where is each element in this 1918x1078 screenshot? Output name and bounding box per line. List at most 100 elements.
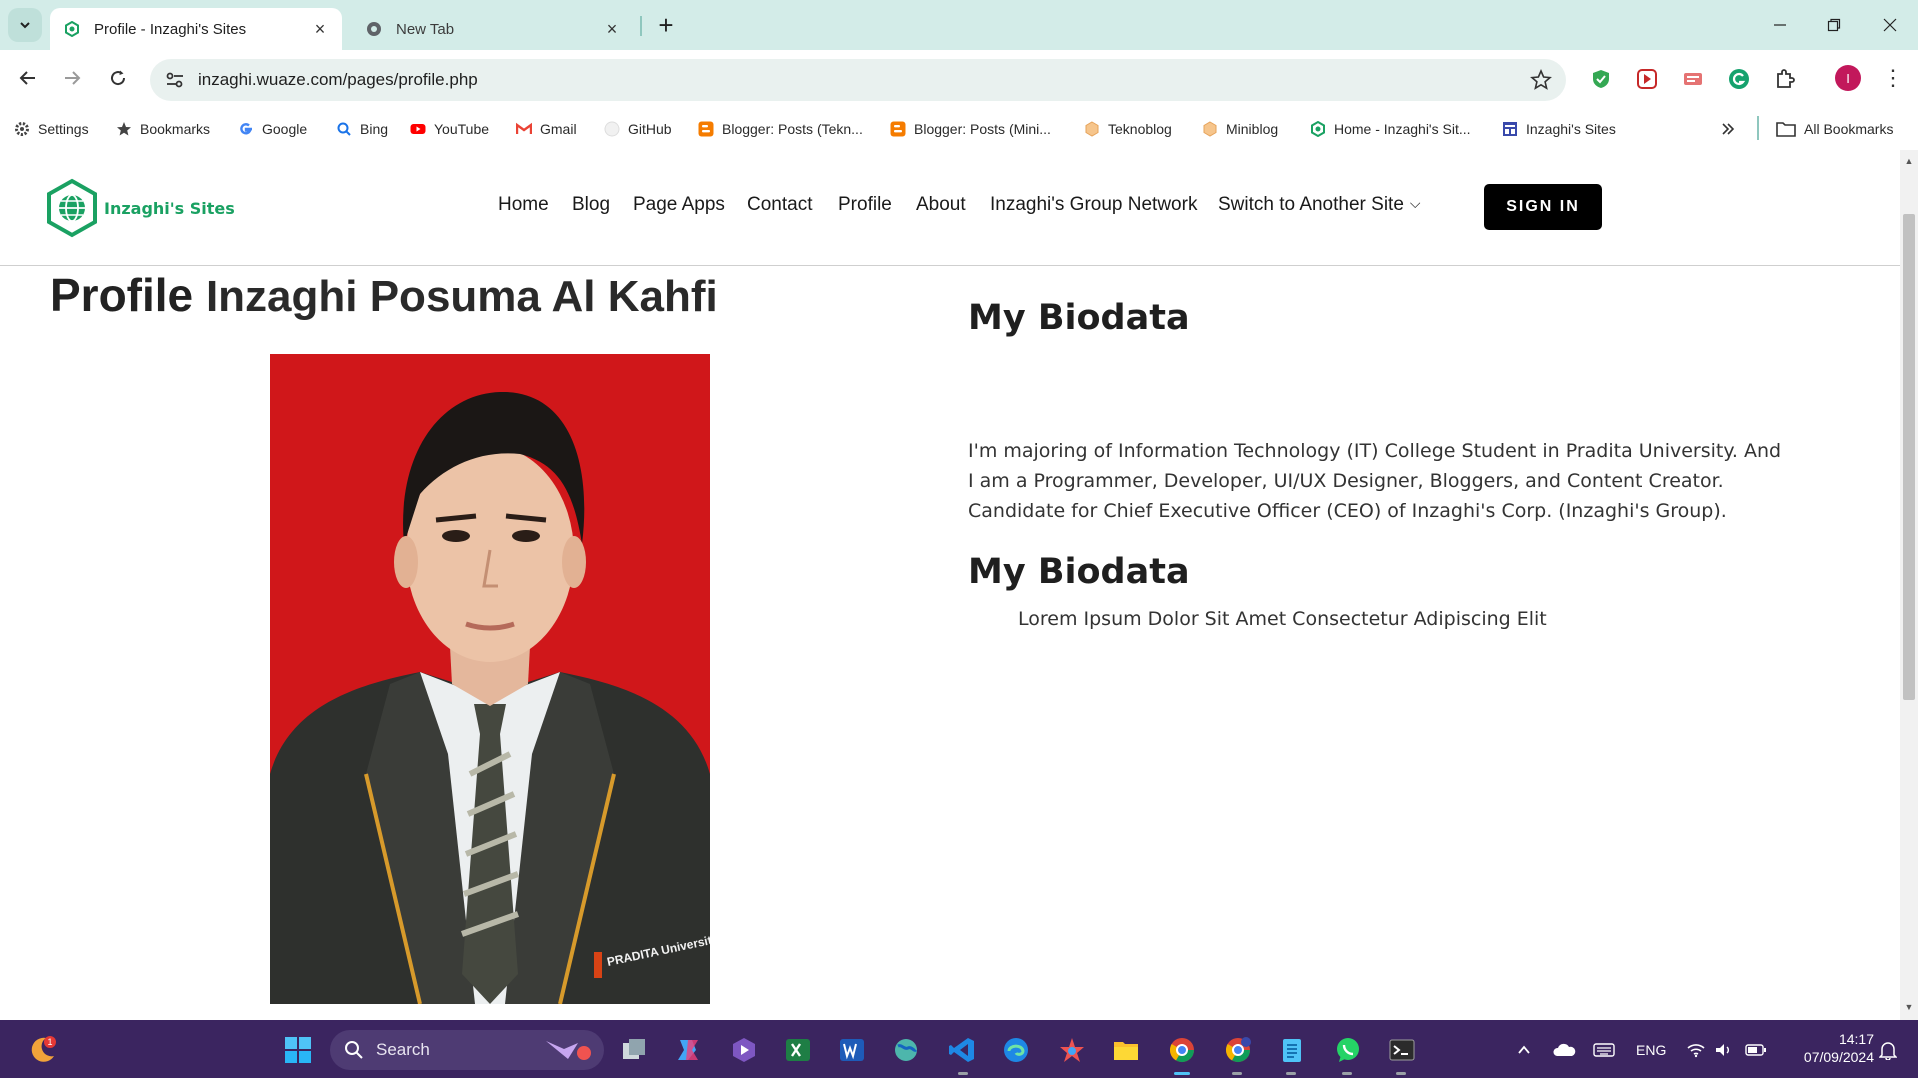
tab-title: Profile - Inzaghi's Sites (94, 20, 247, 38)
nav-contact[interactable]: Contact (747, 194, 812, 216)
biodata-paragraph: I'm majoring of Information Technology (… (968, 440, 1782, 522)
bookmark-label: All Bookmarks (1804, 121, 1894, 137)
bookmark-blogger-tekno[interactable]: Blogger: Posts (Tekn... (698, 116, 863, 142)
vscode-icon[interactable] (946, 1034, 978, 1066)
forward-button[interactable] (58, 64, 86, 92)
bookmark-label: YouTube (434, 121, 490, 137)
start-button[interactable] (282, 1034, 314, 1066)
copilot-icon[interactable] (672, 1034, 704, 1066)
site-layout-icon (1503, 122, 1517, 136)
scroll-down-icon[interactable]: ▼ (1904, 1002, 1914, 1012)
bookmark-label: Gmail (540, 121, 577, 137)
more-bookmarks-button[interactable] (1720, 116, 1744, 142)
globe-app-icon[interactable] (890, 1034, 922, 1066)
nav-about[interactable]: About (916, 194, 966, 216)
task-view-icon[interactable] (618, 1034, 650, 1066)
reload-button[interactable] (104, 64, 132, 92)
show-hidden-icons-icon[interactable] (1508, 1034, 1540, 1066)
file-explorer-icon[interactable] (1110, 1034, 1142, 1066)
keyboard-icon[interactable] (1588, 1034, 1620, 1066)
nav-page-apps[interactable]: Page Apps (633, 194, 725, 216)
bookmark-github[interactable]: GitHub (604, 116, 672, 142)
nav-switch-site[interactable]: Switch to Another Site ⌵ (1218, 194, 1421, 216)
nav-blog[interactable]: Blog (572, 194, 610, 216)
whatsapp-icon[interactable] (1332, 1034, 1364, 1066)
bookmark-settings[interactable]: Settings (14, 116, 89, 142)
site-logo[interactable]: Inzaghi's Sites (44, 178, 235, 238)
new-tab-button[interactable]: + (652, 12, 680, 40)
gear-icon (15, 122, 29, 136)
nav-profile[interactable]: Profile (838, 194, 892, 216)
weather-widget-icon[interactable]: 1 (26, 1034, 58, 1066)
running-indicator (1232, 1072, 1242, 1075)
double-chevron-right-icon (1722, 123, 1735, 135)
nav-home[interactable]: Home (498, 194, 549, 216)
all-bookmarks-button[interactable]: All Bookmarks (1776, 116, 1893, 142)
tab-new-tab[interactable]: New Tab × (352, 8, 634, 50)
site-logo-text: Inzaghi's Sites (104, 198, 235, 218)
biodata-heading-2: My Biodata (968, 552, 1190, 592)
tab-profile[interactable]: Profile - Inzaghi's Sites × (50, 8, 342, 50)
site-info-icon[interactable] (164, 69, 186, 91)
sign-in-button[interactable]: SIGN IN (1484, 184, 1602, 230)
bookmark-bookmarks[interactable]: Bookmarks (116, 116, 210, 142)
page-title-name: Inzaghi Posuma Al Kahfi (205, 272, 718, 321)
close-tab-icon[interactable]: × (312, 20, 328, 38)
bookmarks-divider (1757, 116, 1759, 140)
page-title-label: Profile (50, 269, 194, 321)
bookmark-youtube[interactable]: YouTube (410, 116, 489, 142)
bookmark-miniblog[interactable]: Miniblog (1202, 116, 1278, 142)
media-player-icon[interactable] (728, 1034, 760, 1066)
bookmark-gmail[interactable]: Gmail (516, 116, 577, 142)
bookmark-blogger-mini[interactable]: Blogger: Posts (Mini... (890, 116, 1051, 142)
excel-icon[interactable] (782, 1034, 814, 1066)
windows-icon (285, 1037, 311, 1063)
shield-extension-icon[interactable] (1588, 66, 1614, 92)
bookmark-home-inzaghi[interactable]: Home - Inzaghi's Sit... (1310, 116, 1471, 142)
volume-icon[interactable] (1708, 1034, 1740, 1066)
page-scrollbar[interactable]: ▲ ▼ (1900, 150, 1918, 1020)
profile-avatar[interactable]: I (1835, 65, 1861, 91)
onedrive-icon[interactable] (1548, 1034, 1580, 1066)
arrow-right-icon (65, 71, 81, 85)
chrome-profile-taskbar-icon[interactable] (1222, 1034, 1254, 1066)
bookmark-star-icon[interactable] (1530, 69, 1552, 91)
video-extension-icon[interactable] (1634, 66, 1660, 92)
bookmark-google[interactable]: Google (238, 116, 307, 142)
language-indicator[interactable]: ENG (1636, 1042, 1666, 1058)
notification-bell-icon[interactable] (1872, 1034, 1904, 1066)
browser-menu-icon[interactable]: ⋮ (1882, 66, 1904, 92)
shield-icon (1593, 70, 1609, 88)
bookmark-bing[interactable]: Bing (336, 116, 388, 142)
minimize-button[interactable] (1760, 10, 1800, 40)
battery-icon[interactable] (1740, 1034, 1772, 1066)
paint-app-icon[interactable] (1056, 1034, 1088, 1066)
scrollbar-thumb[interactable] (1903, 214, 1915, 700)
pdf-extension-icon[interactable] (1680, 66, 1706, 92)
globe-hexagon-icon (47, 178, 97, 238)
star-icon (117, 122, 131, 136)
chrome-taskbar-icon[interactable] (1166, 1034, 1198, 1066)
close-tab-icon[interactable]: × (604, 20, 620, 38)
close-window-button[interactable] (1870, 10, 1910, 40)
site-favicon-icon (1311, 121, 1325, 137)
word-icon[interactable] (836, 1034, 868, 1066)
edge-icon[interactable] (1000, 1034, 1032, 1066)
back-button[interactable] (14, 64, 42, 92)
tab-search-button[interactable] (8, 8, 42, 42)
system-clock[interactable]: 14:17 07/09/2024 (1784, 1030, 1874, 1066)
nav-group-network[interactable]: Inzaghi's Group Network (990, 194, 1197, 216)
extensions-button[interactable] (1772, 66, 1798, 92)
minimize-icon (1774, 24, 1786, 26)
taskbar-search[interactable]: Search (330, 1030, 604, 1070)
youtube-icon (410, 124, 426, 134)
scroll-up-icon[interactable]: ▲ (1904, 156, 1914, 166)
running-indicator (1286, 1072, 1296, 1075)
bookmark-teknoblog[interactable]: Teknoblog (1084, 116, 1172, 142)
bookmark-inzaghi-sites[interactable]: Inzaghi's Sites (1502, 116, 1616, 142)
notepad-icon[interactable] (1276, 1034, 1308, 1066)
terminal-icon[interactable] (1386, 1034, 1418, 1066)
grammarly-extension-icon[interactable] (1726, 66, 1752, 92)
restore-button[interactable] (1814, 10, 1854, 40)
address-bar[interactable]: inzaghi.wuaze.com/pages/profile.php (150, 59, 1566, 101)
